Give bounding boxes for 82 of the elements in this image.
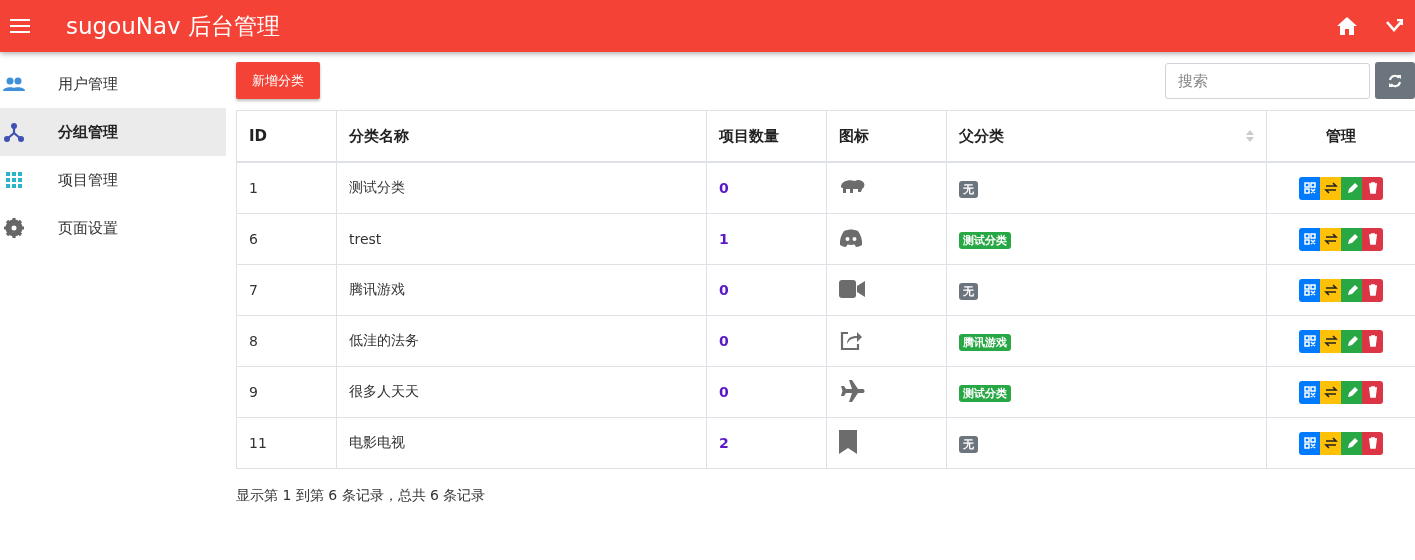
search-field[interactable]: 搜索 (1165, 62, 1370, 99)
chevron-down-icon[interactable] (1385, 19, 1403, 33)
qrcode-icon (1301, 231, 1318, 247)
parent-tag: 测试分类 (959, 384, 1011, 402)
swap-icon (1322, 180, 1339, 196)
table-cell: 1 (706, 213, 827, 265)
column-header: 图标 (826, 110, 947, 162)
column-header: 管理 (1266, 110, 1415, 162)
qrcode-button[interactable] (1299, 329, 1320, 353)
table-cell: 很多人天天 (336, 366, 707, 418)
parent-tag: 腾讯游戏 (959, 333, 1011, 351)
pagination-summary: 显示第 1 到第 6 条记录，总共 6 条记录 (236, 487, 487, 505)
trash-button[interactable] (1362, 278, 1383, 302)
trash-button[interactable] (1362, 380, 1383, 404)
hierarchy-icon (4, 122, 24, 142)
game-controller-icon (839, 228, 863, 247)
airplane-icon (839, 379, 865, 402)
menu-icon[interactable] (10, 18, 30, 34)
refresh-button[interactable] (1375, 62, 1415, 99)
users-icon (3, 77, 25, 91)
qrcode-icon (1301, 384, 1318, 400)
parent-tag: 无 (959, 435, 978, 453)
column-header: 项目数量 (706, 110, 827, 162)
qrcode-button[interactable] (1299, 431, 1320, 455)
swap-button[interactable] (1320, 431, 1341, 455)
trash-button[interactable] (1362, 329, 1383, 353)
table-cell: 2 (706, 417, 827, 469)
swap-button[interactable] (1320, 176, 1341, 200)
swap-button[interactable] (1320, 278, 1341, 302)
bookmark-icon (839, 429, 857, 454)
video-camera-icon (839, 279, 865, 298)
swap-button[interactable] (1320, 380, 1341, 404)
table-cell: 腾讯游戏 (336, 264, 707, 316)
trash-button[interactable] (1362, 227, 1383, 251)
column-header: 分类名称 (336, 110, 707, 162)
table-cell: 0 (706, 315, 827, 367)
qrcode-icon (1301, 282, 1318, 298)
trash-button[interactable] (1362, 431, 1383, 455)
qrcode-icon (1301, 180, 1318, 196)
table-cell: 0 (706, 264, 827, 316)
table-cell: 电影电视 (336, 417, 707, 469)
table-cell: 0 (706, 366, 827, 418)
swap-icon (1322, 333, 1339, 349)
table-cell: 7 (236, 264, 337, 316)
refresh-icon (1388, 73, 1402, 88)
table-cell: 6 (236, 213, 337, 265)
qrcode-button[interactable] (1299, 227, 1320, 251)
parent-tag: 测试分类 (959, 231, 1011, 249)
column-header: ID (236, 110, 337, 162)
parent-tag: 无 (959, 282, 978, 300)
swap-icon (1322, 231, 1339, 247)
sidebar-item[interactable]: 页面设置 (0, 204, 226, 252)
swap-icon (1322, 435, 1339, 451)
hippo-icon (839, 177, 865, 196)
column-header[interactable]: 父分类 (959, 126, 1004, 146)
sidebar-item[interactable]: 分组管理 (0, 108, 226, 156)
sidebar-item[interactable]: 用户管理 (0, 60, 226, 108)
table-cell: 低洼的法务 (336, 315, 707, 367)
swap-icon (1322, 384, 1339, 400)
table-cell: 0 (706, 162, 827, 214)
qrcode-icon (1301, 435, 1318, 451)
swap-icon (1322, 282, 1339, 298)
qrcode-button[interactable] (1299, 380, 1320, 404)
table-cell: 9 (236, 366, 337, 418)
qrcode-button[interactable] (1299, 176, 1320, 200)
home-icon[interactable] (1337, 17, 1357, 35)
table-cell: trest (336, 213, 707, 265)
sidebar-item[interactable]: 项目管理 (0, 156, 226, 204)
trash-button[interactable] (1362, 176, 1383, 200)
swap-button[interactable] (1320, 329, 1341, 353)
app-title: sugouNav 后台管理 (66, 11, 282, 41)
table-cell: 1 (236, 162, 337, 214)
qrcode-button[interactable] (1299, 278, 1320, 302)
grid-icon (6, 172, 22, 188)
table-cell: 11 (236, 417, 337, 469)
add-category-button[interactable]: 新增分类 (236, 62, 320, 99)
swap-button[interactable] (1320, 227, 1341, 251)
settings-icon (4, 218, 24, 238)
table-cell: 测试分类 (336, 162, 707, 214)
parent-tag: 无 (959, 180, 978, 198)
table-cell: 8 (236, 315, 337, 367)
qrcode-icon (1301, 333, 1318, 349)
